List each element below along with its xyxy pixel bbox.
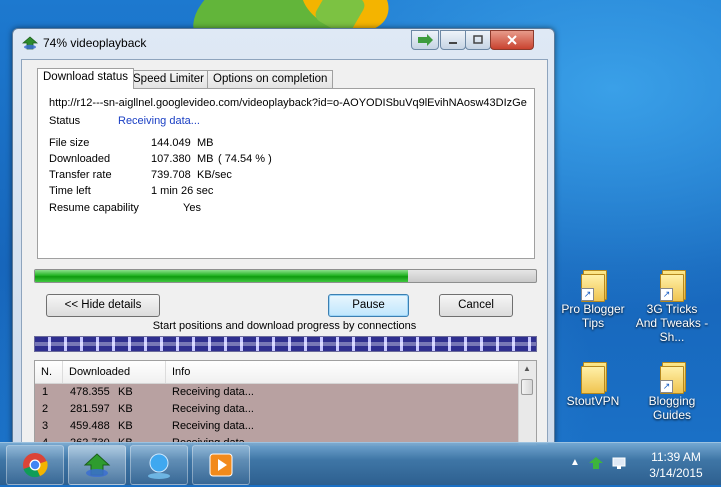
downloaded-percent: ( 74.54 % ) (218, 153, 272, 165)
desktop-icon-label: Pro Blogger Tips (561, 302, 625, 330)
cell-number: 1 (42, 386, 49, 398)
progress-fill (35, 270, 409, 282)
window-title: 74% videoplayback (43, 36, 147, 50)
cancel-button[interactable]: Cancel (439, 294, 513, 317)
folder-icon: ↗ (581, 268, 607, 302)
taskbar-network-button[interactable] (130, 445, 188, 485)
tab-options-on-completion[interactable]: Options on completion (207, 70, 334, 88)
arrow-right-icon (418, 34, 433, 46)
minimize-icon (449, 42, 457, 44)
file-size-label: File size (49, 137, 90, 149)
taskbar: ▲ 11:39 AM 3/14/2015 (0, 442, 721, 485)
taskbar-idm-button[interactable] (68, 445, 126, 485)
network-globe-icon (148, 453, 170, 479)
cell-downloaded: 459.488 (70, 420, 110, 432)
idm-icon (22, 36, 38, 50)
status-value: Receiving data... (118, 115, 200, 127)
file-size-value: 144.049 (151, 137, 191, 149)
tab-speed-limiter[interactable]: Speed Limiter (127, 70, 210, 88)
desktop-icon-stoutvpn[interactable]: StoutVPN (556, 360, 630, 408)
clock-time: 11:39 AM (651, 450, 701, 464)
desktop-icon-blogging-guides[interactable]: ↗ Blogging Guides (635, 360, 709, 422)
cell-unit: KB (118, 403, 133, 415)
close-icon (507, 35, 517, 45)
taskbar-media-player-button[interactable] (192, 445, 250, 485)
idm-tray-icon[interactable] (588, 455, 604, 471)
cell-info: Receiving data... (172, 403, 254, 415)
connections-caption: Start positions and download progress by… (152, 320, 417, 332)
file-size-unit: MB (197, 137, 214, 149)
column-header-downloaded[interactable]: Downloaded (63, 361, 166, 383)
maximize-icon (473, 35, 483, 44)
table-row[interactable]: 3 459.488 KB Receiving data... (35, 418, 519, 435)
idm-icon (83, 453, 111, 477)
taskbar-chrome-button[interactable] (6, 445, 64, 485)
connections-table: N. Downloaded Info 1 478.355 KB Receiving d… (34, 360, 537, 446)
resume-capability-label: Resume capability (49, 202, 139, 214)
clock-date: 3/14/2015 (649, 466, 703, 480)
folder-icon: ↗ (660, 268, 686, 302)
tab-download-status[interactable]: Download status (37, 68, 135, 89)
title-bar[interactable]: 74% videoplayback (13, 29, 554, 57)
maximize-button[interactable] (465, 30, 491, 50)
hide-details-button[interactable]: << Hide details (46, 294, 160, 317)
desktop-icon-label: 3G Tricks And Tweaks - Sh... (635, 302, 709, 344)
shortcut-arrow-icon: ↗ (660, 288, 673, 301)
transfer-rate-value: 739.708 (151, 169, 191, 181)
desktop-icon-3g-tricks[interactable]: ↗ 3G Tricks And Tweaks - Sh... (635, 268, 709, 344)
download-progress-bar (34, 269, 537, 283)
connections-progress-bar (34, 336, 537, 352)
status-label: Status (49, 115, 81, 127)
table-row[interactable]: 2 281.597 KB Receiving data... (35, 401, 519, 418)
media-player-icon (209, 453, 233, 477)
tray-expand-icon[interactable]: ▲ (570, 457, 580, 468)
minimize-button[interactable] (440, 30, 466, 50)
shortcut-arrow-icon: ↗ (581, 288, 594, 301)
downloaded-unit: MB (197, 153, 214, 165)
table-header: N. Downloaded Info (35, 361, 519, 384)
cell-unit: KB (118, 386, 133, 398)
system-clock[interactable]: 11:39 AM 3/14/2015 (636, 449, 716, 481)
transfer-rate-label: Transfer rate (49, 169, 112, 181)
cell-unit: KB (118, 420, 133, 432)
downloaded-value: 107.380 (151, 153, 191, 165)
time-left-value: 1 min 26 sec (151, 185, 214, 197)
column-header-n[interactable]: N. (35, 361, 63, 383)
cell-number: 3 (42, 420, 49, 432)
desktop-icon-pro-blogger-tips[interactable]: ↗ Pro Blogger Tips (556, 268, 630, 330)
cell-info: Receiving data... (172, 420, 254, 432)
downloaded-label: Downloaded (49, 153, 111, 165)
window-client: Download status Speed Limiter Options on… (21, 59, 548, 446)
scroll-thumb[interactable] (521, 379, 533, 395)
cell-info: Receiving data... (172, 386, 254, 398)
network-tray-icon[interactable] (611, 455, 627, 471)
download-window: 74% videoplayback Download status Speed … (12, 28, 555, 446)
table-row[interactable]: 1 478.355 KB Receiving data... (35, 384, 519, 401)
cell-number: 2 (42, 403, 49, 415)
transfer-rate-unit: KB/sec (197, 169, 232, 181)
table-scrollbar[interactable]: ▲ (518, 361, 536, 445)
desktop-icon-label: Blogging Guides (648, 394, 696, 422)
arrow-button[interactable] (411, 30, 439, 50)
download-status-panel: http://r12---sn-aigllnel.googlevideo.com… (37, 88, 535, 259)
shortcut-arrow-icon: ↗ (660, 380, 673, 393)
pause-button[interactable]: Pause (328, 294, 409, 317)
column-header-info[interactable]: Info (166, 361, 519, 383)
folder-icon: ↗ (660, 360, 686, 394)
download-url: http://r12---sn-aigllnel.googlevideo.com… (49, 97, 527, 109)
cell-downloaded: 281.597 (70, 403, 110, 415)
scroll-up-icon[interactable]: ▲ (521, 363, 533, 375)
chrome-icon (23, 453, 48, 478)
close-button[interactable] (490, 30, 534, 50)
time-left-label: Time left (49, 185, 91, 197)
desktop-icon-label: StoutVPN (566, 394, 620, 408)
cell-downloaded: 478.355 (70, 386, 110, 398)
resume-capability-value: Yes (183, 202, 201, 214)
folder-icon (581, 360, 607, 394)
